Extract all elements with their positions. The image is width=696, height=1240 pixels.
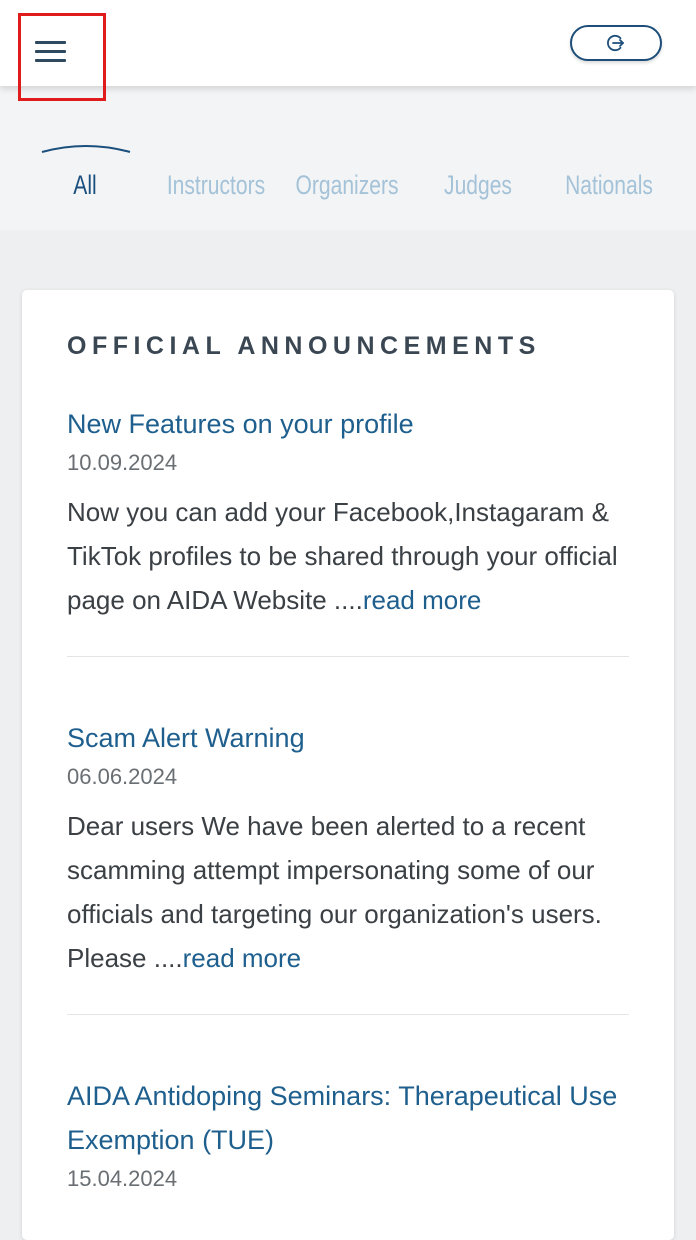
tab-organizers[interactable]: Organizers — [289, 170, 406, 201]
announcement-item: New Features on your profile 10.09.2024 … — [67, 402, 637, 622]
category-tabs: All Instructors Organizers Judges Nation… — [0, 86, 696, 230]
menu-button[interactable] — [18, 13, 106, 101]
announcement-item: AIDA Antidoping Seminars: Therapeutical … — [67, 1074, 637, 1196]
announcement-date: 10.09.2024 — [67, 450, 178, 475]
logout-button[interactable] — [570, 25, 662, 61]
logout-icon — [607, 34, 624, 52]
announcement-item: Scam Alert Warning 06.06.2024 Dear users… — [67, 716, 637, 980]
announcement-date: 15.04.2024 — [67, 1166, 178, 1191]
tab-nationals[interactable]: Nationals — [551, 170, 668, 201]
announcement-excerpt: Dear users We have been alerted to a rec… — [67, 811, 602, 973]
tab-judges[interactable]: Judges — [420, 170, 537, 201]
active-tab-indicator — [41, 145, 131, 153]
section-heading: OFFICIAL ANNOUNCEMENTS — [67, 332, 541, 360]
announcement-excerpt: Now you can add your Facebook,Instagaram… — [67, 497, 618, 615]
announcement-title[interactable]: AIDA Antidoping Seminars: Therapeutical … — [67, 1074, 637, 1162]
tab-instructors[interactable]: Instructors — [158, 170, 275, 201]
read-more-link[interactable]: read more — [363, 585, 482, 615]
announcement-title[interactable]: Scam Alert Warning — [67, 716, 637, 760]
divider — [67, 656, 629, 657]
tab-all[interactable]: All — [27, 170, 144, 201]
read-more-link[interactable]: read more — [183, 943, 302, 973]
announcements-card: OFFICIAL ANNOUNCEMENTS New Features on y… — [22, 290, 674, 1240]
announcement-date: 06.06.2024 — [67, 764, 178, 789]
divider — [67, 1014, 629, 1015]
announcement-title[interactable]: New Features on your profile — [67, 402, 637, 446]
top-bar — [0, 0, 696, 101]
